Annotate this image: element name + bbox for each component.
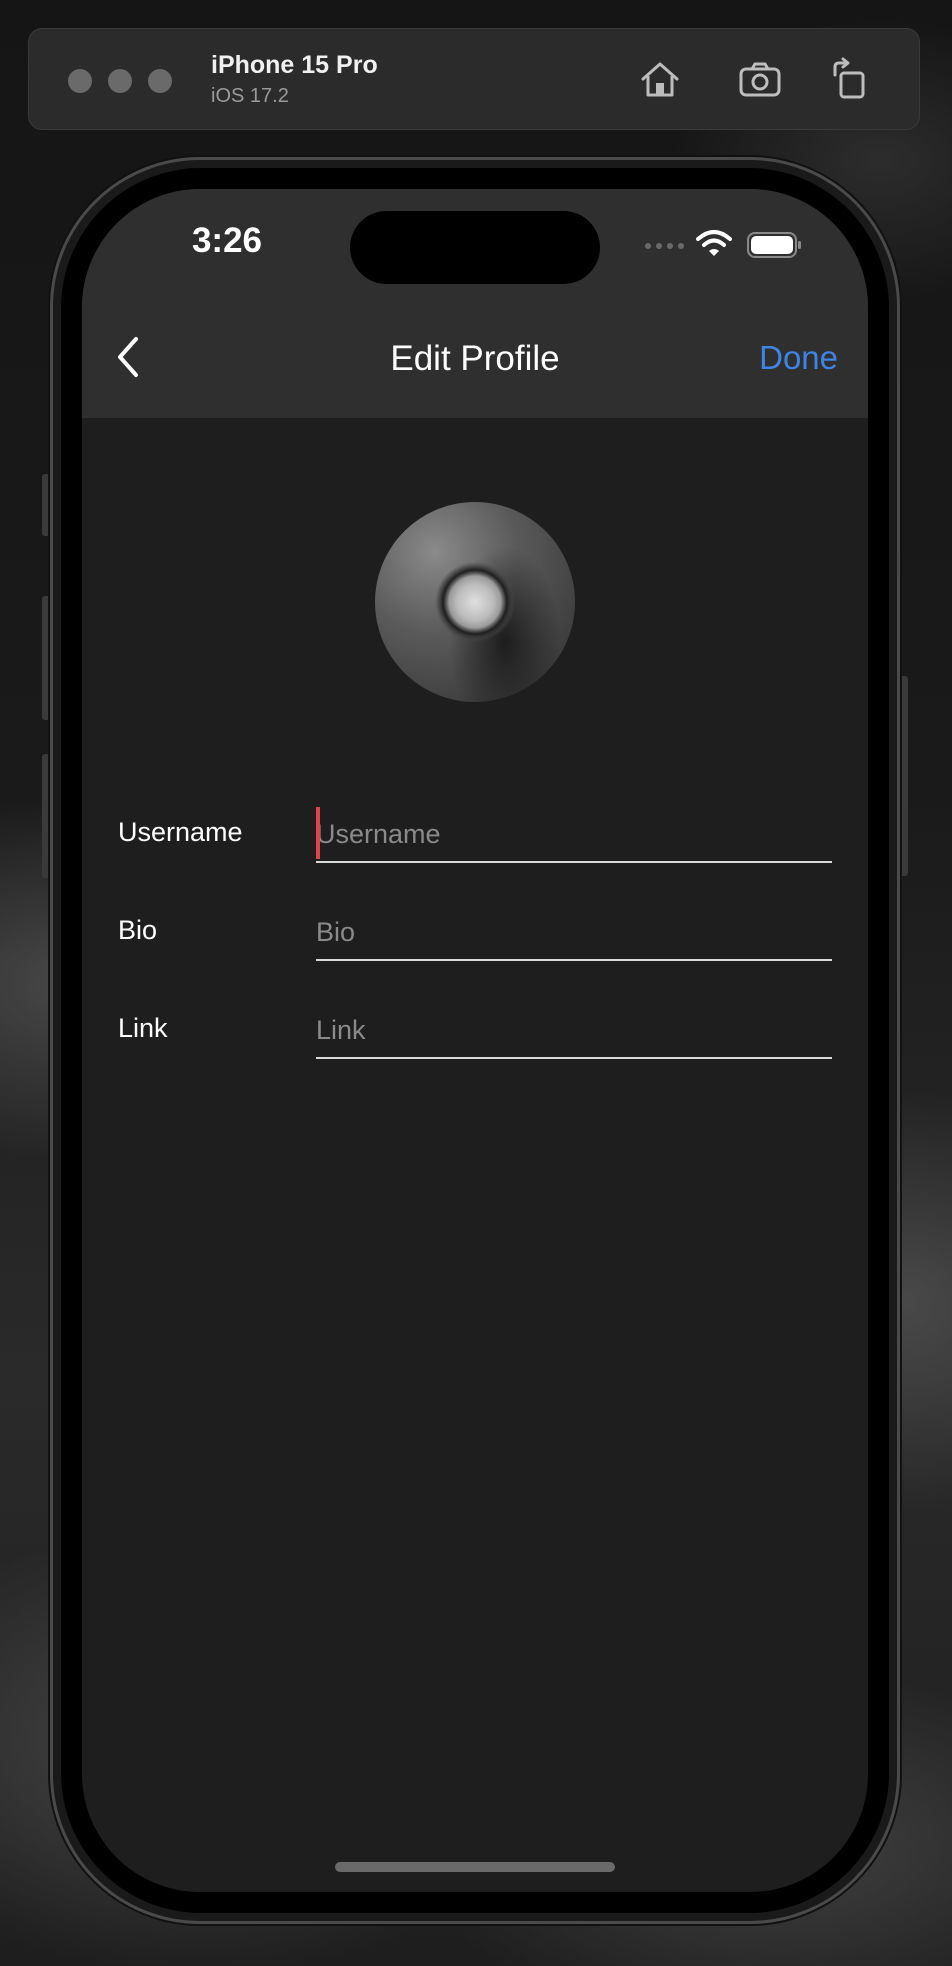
device-name: iPhone 15 Pro (211, 51, 378, 79)
volume-down-button (42, 754, 50, 878)
window-close-button[interactable] (68, 69, 92, 93)
username-label: Username (118, 817, 243, 847)
text-cursor (316, 807, 320, 859)
side-button (900, 676, 908, 876)
phone-screen: 3:26 Edit Profile Done Username Bi (82, 189, 868, 1892)
chevron-left-icon (118, 337, 138, 377)
dynamic-island (350, 211, 600, 284)
page-title: Edit Profile (390, 339, 560, 378)
volume-up-button (42, 596, 50, 720)
os-version: iOS 17.2 (211, 85, 289, 107)
back-button[interactable] (108, 332, 148, 382)
home-indicator[interactable] (335, 1862, 615, 1872)
screenshot-icon[interactable] (735, 55, 785, 105)
wifi-icon (696, 229, 732, 263)
home-icon[interactable] (635, 55, 685, 105)
done-button[interactable]: Done (759, 339, 838, 377)
link-input[interactable] (316, 1003, 832, 1059)
link-label: Link (118, 1013, 168, 1043)
battery-icon (747, 232, 803, 264)
action-button (42, 474, 50, 536)
username-input[interactable] (316, 807, 832, 863)
rotate-icon[interactable] (825, 55, 875, 105)
window-minimize-button[interactable] (108, 69, 132, 93)
status-time: 3:26 (191, 221, 263, 260)
profile-avatar[interactable] (375, 502, 575, 702)
window-zoom-button[interactable] (148, 69, 172, 93)
cellular-icon (644, 229, 686, 263)
bio-input[interactable] (316, 905, 832, 961)
bio-label: Bio (118, 915, 158, 945)
simulator-toolbar: iPhone 15 Pro iOS 17.2 (28, 28, 920, 130)
